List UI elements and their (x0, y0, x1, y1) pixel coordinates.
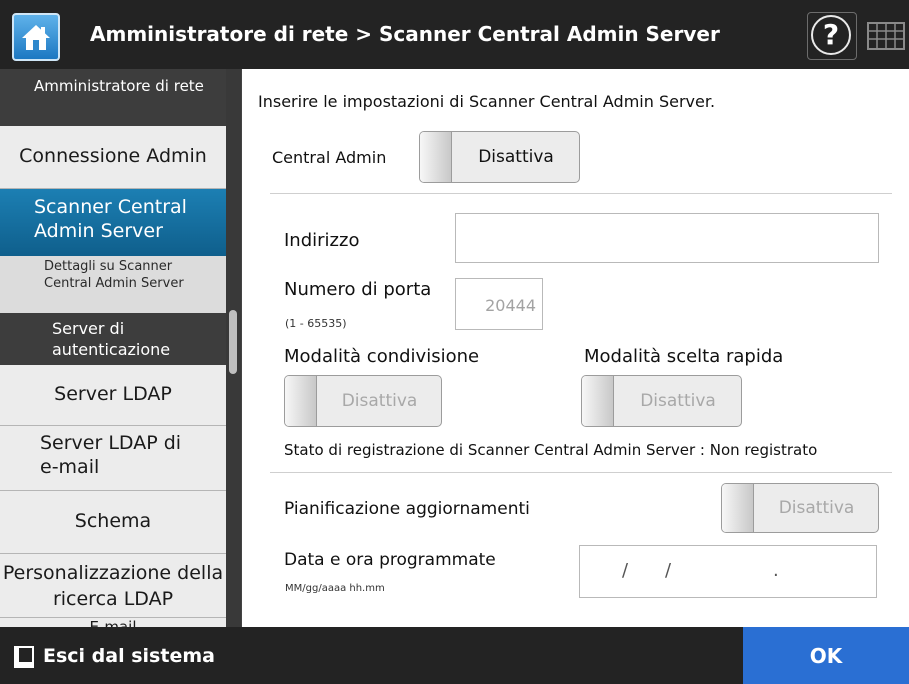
address-label: Indirizzo (284, 230, 360, 251)
help-button[interactable]: ? (807, 12, 857, 60)
home-icon (22, 25, 50, 50)
sidebar-item-dettagli-scanner-central-admin[interactable]: Dettagli su Scanner Central Admin Server (0, 256, 226, 313)
page-title: Amministratore di rete > Scanner Central… (90, 22, 720, 46)
toggle-knob (285, 376, 317, 426)
keyboard-icon[interactable] (866, 20, 906, 52)
address-input[interactable] (455, 213, 879, 263)
toggle-knob (582, 376, 614, 426)
settings-panel: Inserire le impostazioni di Scanner Cent… (241, 69, 909, 627)
sidebar-item-schema[interactable]: Schema (0, 491, 226, 554)
sidebar-item-scanner-central-admin-server[interactable]: Scanner Central Admin Server (0, 189, 226, 256)
home-button[interactable] (12, 13, 60, 61)
divider (270, 472, 892, 473)
sidebar-category-network-admin: Amministratore di rete (0, 69, 226, 126)
sidebar-item-server-ldap[interactable]: Server LDAP (0, 365, 226, 426)
shortcut-mode-toggle[interactable]: Disattiva (581, 375, 742, 427)
sidebar-scroll-thumb[interactable] (229, 310, 237, 374)
intro-text: Inserire le impostazioni di Scanner Cent… (258, 92, 716, 111)
help-icon: ? (811, 15, 851, 55)
sidebar-item-connessione-admin[interactable]: Connessione Admin (0, 126, 226, 189)
sidebar: Amministratore di rete Connessione Admin… (0, 69, 241, 627)
top-bar: Amministratore di rete > Scanner Central… (0, 0, 909, 69)
shortcut-mode-label: Modalità scelta rapida (584, 346, 784, 367)
bottom-bar: Esci dal sistema OK (0, 627, 909, 684)
port-label: Numero di porta (284, 279, 432, 300)
sharing-mode-toggle[interactable]: Disattiva (284, 375, 442, 427)
logout-icon (14, 646, 34, 668)
port-range-hint: (1 - 65535) (285, 317, 347, 330)
ok-button[interactable]: OK (743, 627, 909, 684)
sidebar-item-server-ldap-email[interactable]: Server LDAP di e-mail (0, 426, 226, 491)
update-schedule-label: Pianificazione aggiornamenti (284, 499, 530, 519)
datetime-format-hint: MM/gg/aaaa hh.mm (285, 583, 385, 594)
scheduled-datetime-input[interactable]: / / . (579, 545, 877, 598)
update-schedule-toggle[interactable]: Disattiva (721, 483, 879, 533)
logout-button[interactable]: Esci dal sistema (0, 627, 259, 684)
sidebar-item-email[interactable]: E-mail (0, 618, 226, 627)
scheduled-datetime-label: Data e ora programmate (284, 550, 496, 570)
central-admin-toggle[interactable]: Disattiva (419, 131, 580, 183)
registration-status: Stato di registrazione di Scanner Centra… (284, 441, 818, 459)
toggle-knob (420, 132, 452, 182)
sharing-mode-label: Modalità condivisione (284, 346, 480, 367)
sidebar-item-personalizzazione-ricerca-ldap[interactable]: Personalizzazione della ricerca LDAP (0, 554, 226, 618)
toggle-knob (722, 484, 754, 532)
port-input[interactable]: 20444 (455, 278, 543, 330)
divider (270, 193, 892, 194)
sidebar-category-server-autenticazione: Server di autenticazione (0, 313, 226, 365)
central-admin-label: Central Admin (272, 148, 387, 167)
